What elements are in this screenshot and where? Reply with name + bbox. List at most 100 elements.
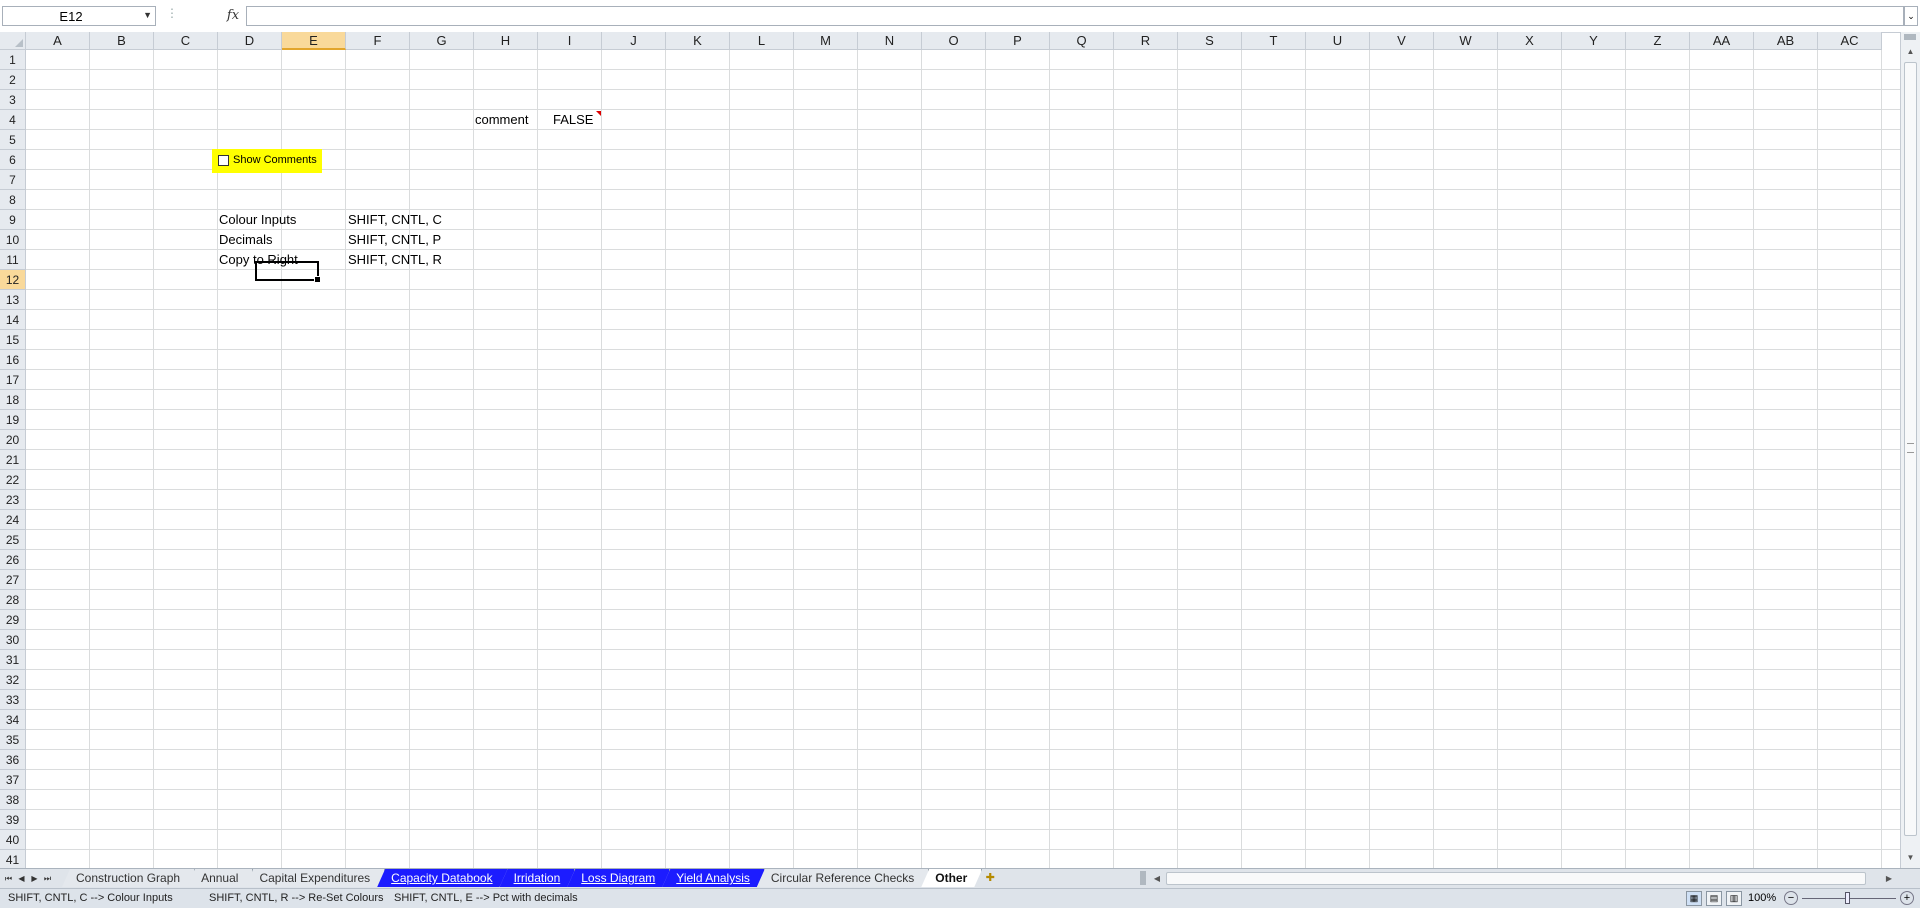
active-cell-e12[interactable]: [255, 261, 321, 283]
row-header-23[interactable]: 23: [0, 490, 26, 510]
column-header-t[interactable]: T: [1242, 32, 1306, 50]
row-header-17[interactable]: 17: [0, 370, 26, 390]
row-header-9[interactable]: 9: [0, 210, 26, 230]
new-sheet-icon[interactable]: ✚: [980, 869, 1000, 887]
fill-handle[interactable]: [314, 276, 321, 283]
scroll-up-icon[interactable]: ▲: [1901, 44, 1920, 60]
row-header-41[interactable]: 41: [0, 850, 26, 868]
cell-i4[interactable]: FALSE: [553, 110, 593, 130]
row-header-15[interactable]: 15: [0, 330, 26, 350]
sheet-tab-circular-reference-checks[interactable]: Circular Reference Checks: [757, 869, 929, 887]
column-header-a[interactable]: A: [26, 32, 90, 50]
select-all-button[interactable]: [0, 32, 26, 50]
row-header-8[interactable]: 8: [0, 190, 26, 210]
show-comments-control[interactable]: Show Comments: [212, 149, 322, 173]
prev-sheet-icon[interactable]: ◀: [15, 870, 28, 887]
page-break-icon[interactable]: ▥: [1726, 891, 1742, 906]
first-sheet-icon[interactable]: ⏮: [2, 870, 15, 887]
horizontal-scrollbar[interactable]: ◀ ▶: [1150, 870, 1896, 887]
column-header-s[interactable]: S: [1178, 32, 1242, 50]
row-header-18[interactable]: 18: [0, 390, 26, 410]
row-header-26[interactable]: 26: [0, 550, 26, 570]
row-header-19[interactable]: 19: [0, 410, 26, 430]
row-header-13[interactable]: 13: [0, 290, 26, 310]
column-header-k[interactable]: K: [666, 32, 730, 50]
sheet-tab-annual[interactable]: Annual: [187, 869, 253, 887]
zoom-out-icon[interactable]: −: [1784, 891, 1798, 905]
column-header-f[interactable]: F: [346, 32, 410, 50]
row-header-11[interactable]: 11: [0, 250, 26, 270]
row-header-3[interactable]: 3: [0, 90, 26, 110]
row-header-16[interactable]: 16: [0, 350, 26, 370]
scroll-right-icon[interactable]: ▶: [1882, 870, 1896, 887]
row-header-5[interactable]: 5: [0, 130, 26, 150]
row-header-38[interactable]: 38: [0, 790, 26, 810]
tab-split-handle[interactable]: [1140, 871, 1146, 885]
resize-handle-icon[interactable]: ⋮: [166, 6, 178, 20]
row-header-32[interactable]: 32: [0, 670, 26, 690]
row-header-28[interactable]: 28: [0, 590, 26, 610]
sheet-tab-capacity-databook[interactable]: Capacity Databook: [377, 869, 507, 887]
column-header-c[interactable]: C: [154, 32, 218, 50]
last-sheet-icon[interactable]: ⏭: [41, 870, 54, 887]
vertical-scrollbar[interactable]: ▲ ▼: [1900, 32, 1920, 868]
comment-indicator[interactable]: [596, 111, 601, 116]
row-header-1[interactable]: 1: [0, 50, 26, 70]
show-comments-checkbox[interactable]: [218, 155, 229, 166]
column-header-m[interactable]: M: [794, 32, 858, 50]
row-header-12[interactable]: 12: [0, 270, 26, 290]
column-header-u[interactable]: U: [1306, 32, 1370, 50]
zoom-in-icon[interactable]: +: [1900, 891, 1914, 905]
show-comments-label[interactable]: Show Comments: [233, 153, 317, 167]
horizontal-scroll-thumb[interactable]: [1166, 872, 1866, 885]
cell-f9[interactable]: SHIFT, CNTL, C: [348, 210, 442, 230]
next-sheet-icon[interactable]: ▶: [28, 870, 41, 887]
row-header-25[interactable]: 25: [0, 530, 26, 550]
column-header-p[interactable]: P: [986, 32, 1050, 50]
row-header-39[interactable]: 39: [0, 810, 26, 830]
cell-f11[interactable]: SHIFT, CNTL, R: [348, 250, 442, 270]
page-layout-icon[interactable]: ▤: [1706, 891, 1722, 906]
column-header-l[interactable]: L: [730, 32, 794, 50]
row-header-24[interactable]: 24: [0, 510, 26, 530]
row-header-27[interactable]: 27: [0, 570, 26, 590]
row-header-35[interactable]: 35: [0, 730, 26, 750]
row-header-33[interactable]: 33: [0, 690, 26, 710]
row-header-36[interactable]: 36: [0, 750, 26, 770]
formula-input[interactable]: [246, 6, 1904, 26]
row-header-22[interactable]: 22: [0, 470, 26, 490]
column-header-j[interactable]: J: [602, 32, 666, 50]
row-header-31[interactable]: 31: [0, 650, 26, 670]
cell-d9[interactable]: Colour Inputs: [219, 210, 296, 230]
cell-d10[interactable]: Decimals: [219, 230, 272, 250]
column-header-r[interactable]: R: [1114, 32, 1178, 50]
column-header-e[interactable]: E: [282, 32, 346, 50]
cell-h4[interactable]: comment: [475, 110, 528, 130]
zoom-slider-thumb[interactable]: [1845, 892, 1850, 904]
sheet-tab-loss-diagram[interactable]: Loss Diagram: [567, 869, 670, 887]
sheet-tab-irridation[interactable]: Irridation: [500, 869, 576, 887]
dropdown-arrow-icon[interactable]: ▼: [143, 10, 152, 20]
row-header-14[interactable]: 14: [0, 310, 26, 330]
column-header-w[interactable]: W: [1434, 32, 1498, 50]
zoom-level[interactable]: 100%: [1748, 892, 1778, 904]
scroll-left-icon[interactable]: ◀: [1150, 870, 1164, 887]
name-box[interactable]: E12 ▼: [2, 6, 156, 26]
row-header-30[interactable]: 30: [0, 630, 26, 650]
column-header-z[interactable]: Z: [1626, 32, 1690, 50]
row-header-6[interactable]: 6: [0, 150, 26, 170]
expand-formula-bar-icon[interactable]: ⌄: [1904, 6, 1918, 26]
column-header-d[interactable]: D: [218, 32, 282, 50]
column-header-aa[interactable]: AA: [1690, 32, 1754, 50]
sheet-tab-construction-graph[interactable]: Construction Graph: [62, 869, 195, 887]
row-header-29[interactable]: 29: [0, 610, 26, 630]
column-header-x[interactable]: X: [1498, 32, 1562, 50]
vertical-scroll-thumb[interactable]: [1904, 62, 1917, 836]
sheet-tab-capital-expenditures[interactable]: Capital Expenditures: [245, 869, 385, 887]
fx-icon[interactable]: fx: [222, 8, 244, 28]
column-header-h[interactable]: H: [474, 32, 538, 50]
row-header-34[interactable]: 34: [0, 710, 26, 730]
column-header-o[interactable]: O: [922, 32, 986, 50]
column-header-v[interactable]: V: [1370, 32, 1434, 50]
column-header-ab[interactable]: AB: [1754, 32, 1818, 50]
